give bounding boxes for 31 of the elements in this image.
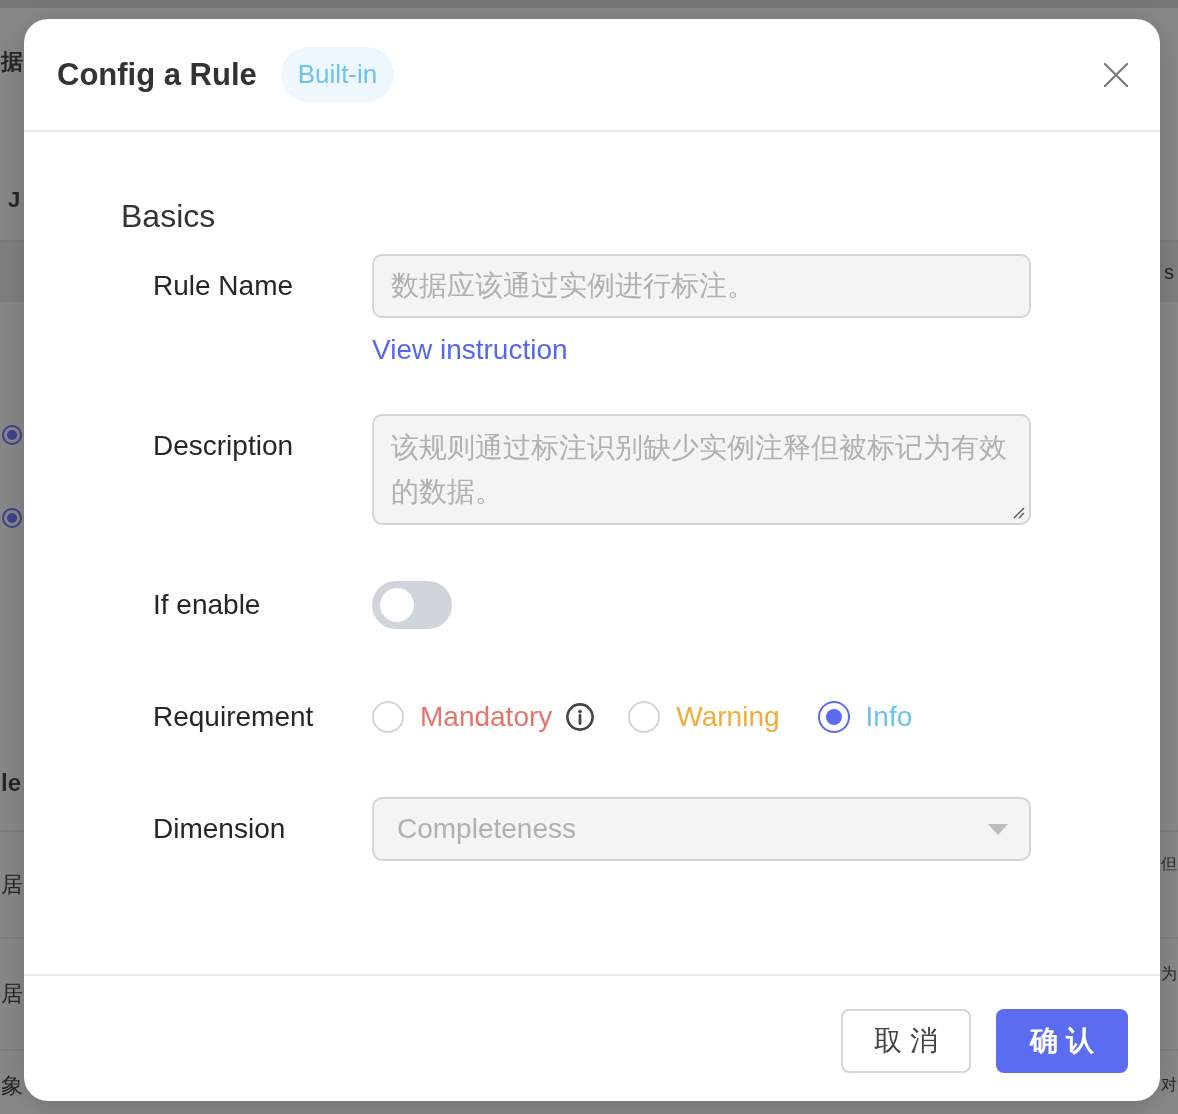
option-label[interactable]: Mandatory (420, 699, 553, 735)
section-title: Basics (121, 197, 216, 235)
background-text: 为 (1161, 963, 1178, 984)
option-label[interactable]: Info (865, 699, 913, 735)
field-label: Dimension (153, 812, 286, 846)
background-text: s (1164, 260, 1175, 284)
field-label: Requirement (153, 700, 314, 734)
radio-button[interactable] (817, 701, 850, 733)
toggle-switch[interactable] (372, 581, 452, 629)
close-button[interactable] (1104, 62, 1128, 87)
type-badge: Built-in (280, 47, 395, 102)
background-text: 居 (0, 980, 23, 1008)
field-label: Description (153, 429, 294, 463)
resize-handle-icon (1013, 507, 1025, 519)
close-icon (1104, 62, 1128, 87)
confirm-button[interactable]: 确 认 (996, 1008, 1128, 1073)
info-icon[interactable] (566, 703, 595, 731)
background-text: 象 (0, 1071, 23, 1100)
background-text: J (7, 187, 21, 213)
field-label: If enable (153, 588, 261, 622)
option-label[interactable]: Warning (676, 699, 780, 735)
cancel-button[interactable]: 取 消 (841, 1008, 971, 1073)
background-text: 但 (1161, 854, 1178, 874)
caret-icon (988, 823, 1008, 835)
background-text: 居 (0, 870, 23, 899)
dropdown-value: Completeness (397, 812, 576, 846)
background-text: 对 (1161, 1075, 1178, 1095)
background-text: 据 (0, 48, 23, 76)
field-label: Rule Name (153, 269, 294, 303)
background-text: le (0, 769, 21, 797)
dialog-title: Config a Rule (57, 56, 257, 93)
